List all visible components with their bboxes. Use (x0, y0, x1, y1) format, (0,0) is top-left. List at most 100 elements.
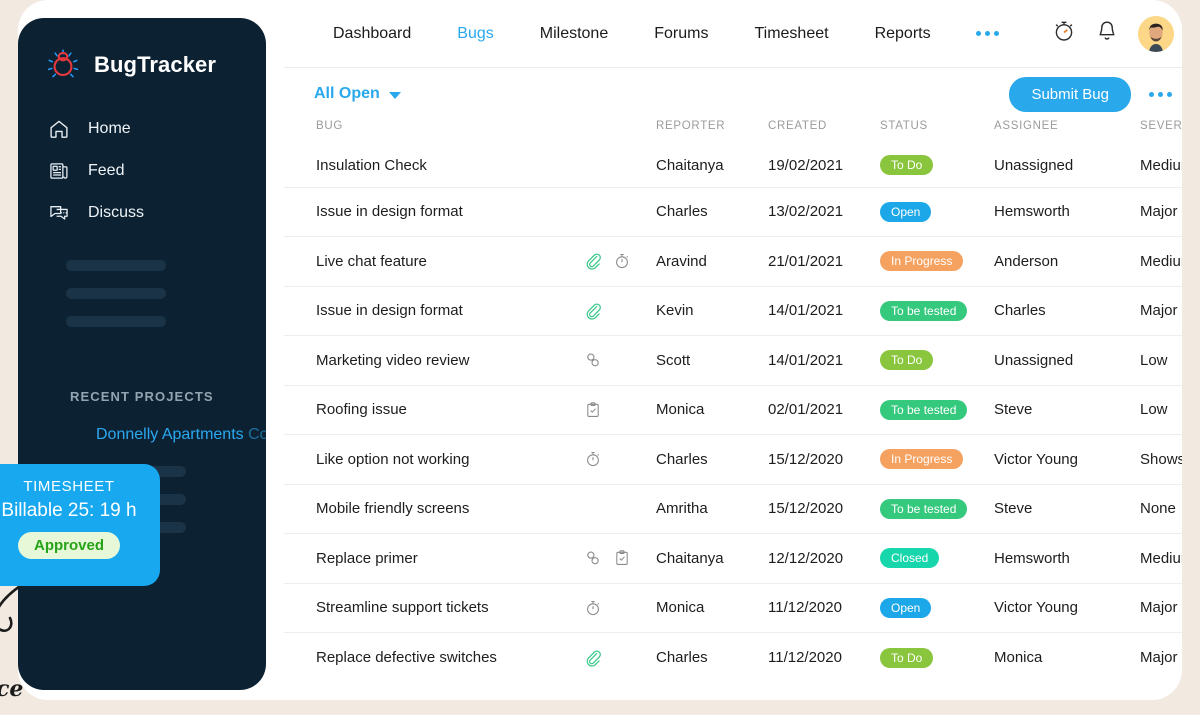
column-header-status[interactable]: STATUS (880, 120, 994, 144)
cell-bug-title[interactable]: Streamline support tickets (284, 583, 584, 633)
status-badge[interactable]: In Progress (880, 251, 964, 272)
table-row[interactable]: Like option not working Charles 15/12/2020… (284, 434, 1182, 485)
ellipsis-icon (1167, 91, 1172, 97)
sidebar-item-home[interactable]: Home (18, 108, 266, 150)
top-nav-link-dashboard[interactable]: Dashboard (310, 25, 434, 43)
cell-bug-title[interactable]: Live chat feature (284, 237, 584, 287)
column-header-created[interactable]: CREATED (768, 120, 880, 144)
cell-status: To be tested (880, 385, 994, 435)
cell-bug-title[interactable]: Insulation Check (284, 144, 584, 187)
status-badge[interactable]: To be tested (880, 399, 968, 420)
table-row[interactable]: Roofing issue Monica 02/01/2021 To be teste… (284, 385, 1182, 435)
status-badge[interactable]: Open (880, 201, 932, 222)
cell-status: In Progress (880, 237, 994, 287)
chevron-down-icon (388, 91, 401, 99)
attachment-green-icon[interactable] (584, 302, 602, 320)
timer-icon[interactable] (613, 252, 631, 270)
submit-bug-button[interactable]: Submit Bug (1009, 76, 1131, 112)
timer-icon[interactable] (584, 599, 602, 617)
table-row[interactable]: Streamline support tickets Monica 11/12/20… (284, 583, 1182, 633)
recent-project-item[interactable]: Donnelly Apartments Co (96, 426, 266, 444)
stopwatch-icon[interactable] (1052, 19, 1076, 48)
column-header-bug[interactable]: BUG (284, 120, 584, 144)
top-nav-link-forums[interactable]: Forums (631, 25, 731, 43)
cell-status: To be tested (880, 484, 994, 534)
cell-reporter: Scott (656, 351, 691, 369)
brand-name: BugTracker (94, 52, 217, 77)
top-nav-more-button[interactable] (954, 31, 1021, 36)
column-header-severity[interactable]: SEVERITY (1140, 120, 1182, 144)
cell-status: To Do (880, 144, 994, 187)
table-row[interactable]: Issue in design format Charles 13/02/2021 O… (284, 187, 1182, 237)
cell-reporter: Amritha (656, 500, 708, 518)
timesheet-callout[interactable]: TIMESHEET Billable 25: 19 h Approved (0, 464, 160, 586)
clipboard-check-icon[interactable] (584, 401, 602, 419)
cell-bug-title[interactable]: Like option not working (284, 435, 584, 485)
attachment-green-icon[interactable] (584, 649, 602, 667)
cell-bug-title[interactable]: Mobile friendly screens (284, 484, 584, 534)
column-header-reporter[interactable]: REPORTER (656, 120, 768, 144)
sidebar-item-discuss[interactable]: Discuss (18, 192, 266, 234)
status-badge[interactable]: To be tested (880, 300, 968, 321)
table-row[interactable]: Replace defective switches Charles 11/12/2… (284, 632, 1182, 683)
cell-row-icons (584, 435, 656, 485)
cell-created-date: 14/01/2021 (768, 302, 844, 320)
cell-bug-title[interactable]: Replace defective switches (284, 633, 584, 683)
top-nav-link-timesheet[interactable]: Timesheet (731, 25, 851, 43)
cell-created-date: 19/02/2021 (768, 156, 844, 174)
cell-bug-title[interactable]: Issue in design format (284, 286, 584, 336)
column-header-assignee[interactable]: ASSIGNEE (994, 120, 1140, 144)
cell-bug-title[interactable]: Replace primer (284, 534, 584, 584)
row-icon-group (584, 302, 656, 320)
status-badge[interactable]: In Progress (880, 449, 964, 470)
table-row[interactable]: Marketing video review Scott 14/01/2021 To … (284, 335, 1182, 386)
skeleton-bar (66, 260, 166, 271)
status-badge[interactable]: Open (880, 597, 932, 618)
table-row[interactable]: Live chat feature Aravind 21/01/2021 In Pro… (284, 236, 1182, 287)
cell-assignee: Hemsworth (994, 203, 1070, 221)
cell-row-icons (584, 237, 656, 287)
toolbar-more-button[interactable] (1149, 91, 1172, 97)
table-row[interactable]: Issue in design format Kevin 14/01/2021 To … (284, 286, 1182, 336)
cell-reporter: Charles (656, 450, 708, 468)
bell-icon[interactable] (1096, 19, 1118, 48)
cell-row-icons (584, 336, 656, 386)
top-nav-link-bugs[interactable]: Bugs (434, 25, 516, 43)
table-row[interactable]: Insulation Check Chaitanya 19/02/2021 To Do… (284, 144, 1182, 187)
link-icon[interactable] (584, 549, 602, 567)
top-nav-link-milestone[interactable]: Milestone (517, 25, 631, 43)
status-badge[interactable]: To Do (880, 155, 934, 176)
cell-assignee: Steve (994, 500, 1033, 518)
cell-reporter: Chaitanya (656, 156, 724, 174)
status-badge[interactable]: To Do (880, 350, 934, 371)
filter-all-open-dropdown[interactable]: All Open (314, 85, 401, 103)
table-row[interactable]: Mobile friendly screens Amritha 15/12/2020… (284, 484, 1182, 534)
attachment-green-icon[interactable] (584, 252, 602, 270)
status-badge[interactable]: Closed (880, 548, 940, 569)
top-nav-link-reports[interactable]: Reports (852, 25, 954, 43)
cell-created-date: 11/12/2020 (768, 599, 842, 617)
sidebar-item-label: Home (88, 120, 131, 137)
brand[interactable]: BugTracker (18, 18, 266, 82)
cell-bug-title[interactable]: Issue in design format (284, 187, 584, 237)
cell-created-date: 02/01/2021 (768, 401, 844, 419)
bugs-table: BUG REPORTER CREATED STATUS ASSIGNEE SEV… (284, 120, 1182, 682)
cell-bug-title[interactable]: Roofing issue (284, 385, 584, 435)
cell-reporter: Monica (656, 401, 705, 419)
bugs-table-container[interactable]: BUG REPORTER CREATED STATUS ASSIGNEE SEV… (284, 120, 1182, 700)
cell-bug-title[interactable]: Marketing video review (284, 336, 584, 386)
recent-projects-heading: RECENT PROJECTS (70, 389, 214, 404)
timer-icon[interactable] (584, 450, 602, 468)
app-root: Dashboard Bugs Milestone Forums Timesheet Rep… (0, 0, 1200, 715)
link-icon[interactable] (584, 351, 602, 369)
cell-severity: Medium (1140, 252, 1182, 270)
clipboard-check-icon[interactable] (613, 549, 631, 567)
cell-status: To Do (880, 336, 994, 386)
status-badge[interactable]: To Do (880, 647, 934, 668)
top-navigation-bar: Dashboard Bugs Milestone Forums Timesheet Rep… (284, 0, 1182, 68)
table-row[interactable]: Replace primer Chaitanya 12/12/2020 Closed H… (284, 533, 1182, 584)
bugs-table-body: Insulation Check Chaitanya 19/02/2021 To Do… (284, 144, 1182, 682)
avatar[interactable] (1138, 15, 1174, 52)
sidebar-item-feed[interactable]: Feed (18, 150, 266, 192)
status-badge[interactable]: To be tested (880, 498, 968, 519)
